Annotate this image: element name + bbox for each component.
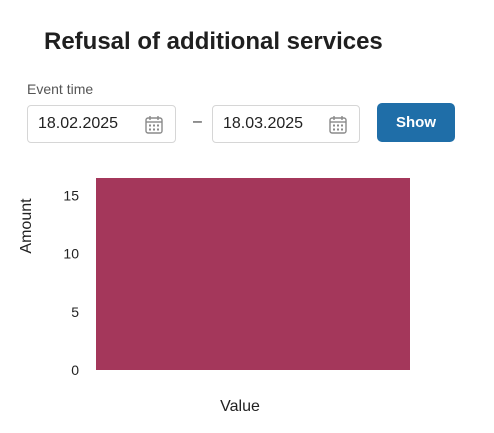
date-to-field[interactable]	[212, 105, 360, 143]
y-tick-label: 0	[71, 362, 79, 378]
date-from-input[interactable]	[38, 115, 138, 133]
bars	[96, 178, 410, 370]
y-tick-label: 10	[63, 246, 79, 262]
y-axis-label: Amount	[18, 198, 35, 254]
y-tick-label: 15	[63, 187, 79, 203]
event-time-label: Event time	[27, 81, 94, 97]
amount-bar-chart: 0 5 10 15 Amount Value	[18, 178, 410, 415]
y-axis-ticks: 0 5 10 15	[63, 187, 79, 378]
bar	[96, 178, 410, 370]
x-axis-label: Value	[220, 398, 260, 415]
show-button[interactable]: Show	[377, 103, 455, 142]
date-from-field[interactable]	[27, 105, 176, 143]
calendar-icon[interactable]	[145, 115, 163, 135]
page-title: Refusal of additional services	[44, 28, 383, 55]
date-range-separator: –	[193, 113, 202, 130]
calendar-icon[interactable]	[329, 115, 347, 135]
date-to-input[interactable]	[223, 115, 323, 133]
y-tick-label: 5	[71, 304, 79, 320]
